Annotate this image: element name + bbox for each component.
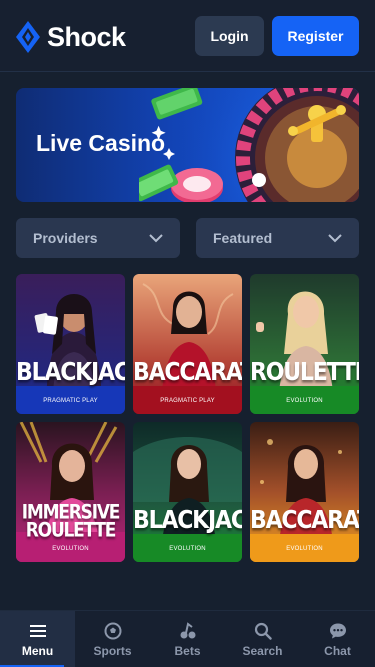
chevron-down-icon bbox=[328, 234, 342, 243]
dealer-image bbox=[16, 274, 125, 414]
game-title: BACCARAT bbox=[133, 358, 242, 387]
login-button[interactable]: Login bbox=[195, 16, 264, 56]
providers-label: Providers bbox=[33, 230, 98, 246]
game-provider: EVOLUTION bbox=[286, 546, 323, 552]
game-title-line2: ROULETTE bbox=[25, 519, 117, 543]
shock-logo[interactable]: Shock bbox=[15, 20, 126, 54]
nav-search[interactable]: Search bbox=[225, 611, 300, 667]
shock-logo-icon bbox=[16, 21, 40, 53]
featured-dropdown[interactable]: Featured bbox=[196, 218, 359, 258]
dealer-image bbox=[133, 422, 242, 562]
game-tile-blackjack-evolution[interactable]: BLACKJACK EVOLUTION bbox=[133, 422, 242, 562]
game-tile-baccarat-pragmatic[interactable]: BACCARAT PRAGMATIC PLAY bbox=[133, 274, 242, 414]
chat-icon bbox=[329, 623, 346, 638]
live-casino-banner[interactable]: Live Casino bbox=[16, 88, 359, 202]
providers-dropdown[interactable]: Providers bbox=[16, 218, 180, 258]
bottom-nav: Menu Sports Bets Search Chat bbox=[0, 610, 375, 667]
dealer-image bbox=[250, 274, 359, 414]
bets-icon bbox=[180, 621, 195, 638]
game-title: BLACKJACK bbox=[133, 506, 242, 535]
game-provider: EVOLUTION bbox=[169, 546, 206, 552]
game-title: ROULETTE bbox=[250, 358, 359, 387]
nav-label: Search bbox=[242, 643, 283, 658]
featured-label: Featured bbox=[213, 230, 273, 246]
nav-label: Menu bbox=[21, 643, 54, 658]
game-tile-blackjack-pragmatic[interactable]: BLACKJACK PRAGMATIC PLAY bbox=[16, 274, 125, 414]
game-title: BLACKJACK bbox=[16, 358, 125, 387]
game-tile-roulette-evolution[interactable]: ROULETTE EVOLUTION bbox=[250, 274, 359, 414]
game-provider: EVOLUTION bbox=[52, 546, 89, 552]
roulette-wheel-illustration bbox=[139, 88, 359, 202]
game-tile-immersive-roulette[interactable]: IMMERSIVE ROULETTE EVOLUTION bbox=[16, 422, 125, 562]
nav-label: Sports bbox=[93, 643, 132, 658]
dealer-image bbox=[133, 274, 242, 414]
game-title: BACCARAT bbox=[250, 506, 359, 535]
menu-icon bbox=[29, 624, 46, 637]
game-provider: PRAGMATIC PLAY bbox=[43, 398, 98, 404]
top-header: Shock Login Register bbox=[0, 0, 375, 72]
nav-label: Chat bbox=[324, 643, 351, 658]
dealer-image bbox=[250, 422, 359, 562]
nav-label: Bets bbox=[174, 643, 201, 658]
game-provider: EVOLUTION bbox=[286, 398, 323, 404]
nav-menu[interactable]: Menu bbox=[0, 611, 75, 667]
banner-title: Live Casino bbox=[36, 130, 166, 156]
nav-sports[interactable]: Sports bbox=[75, 611, 150, 667]
game-provider: PRAGMATIC PLAY bbox=[160, 398, 215, 404]
chevron-down-icon bbox=[149, 234, 163, 243]
nav-bets[interactable]: Bets bbox=[150, 611, 225, 667]
soccer-ball-icon bbox=[104, 622, 121, 639]
register-button[interactable]: Register bbox=[272, 16, 359, 56]
search-icon bbox=[254, 622, 272, 640]
logo-text: Shock bbox=[47, 21, 126, 52]
game-tile-baccarat-evolution[interactable]: BACCARAT EVOLUTION bbox=[250, 422, 359, 562]
nav-chat[interactable]: Chat bbox=[300, 611, 375, 667]
